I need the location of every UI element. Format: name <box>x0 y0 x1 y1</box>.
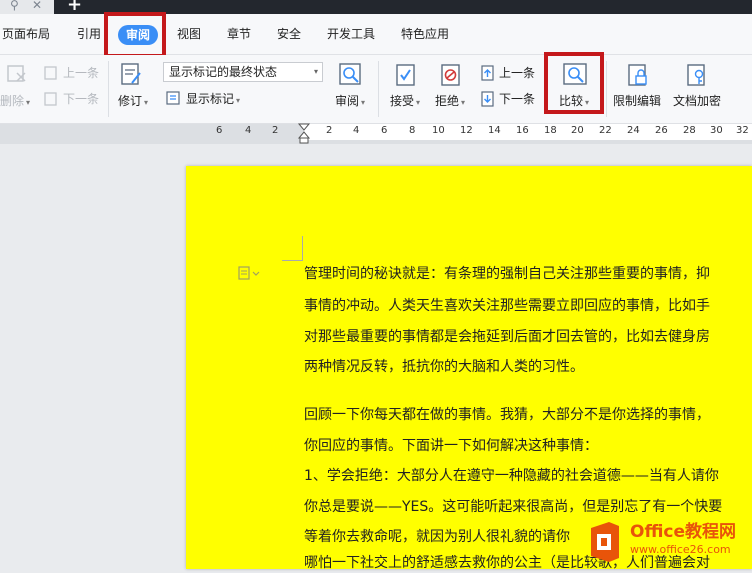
new-tab-icon[interactable]: + <box>67 0 82 14</box>
next-comment-button[interactable]: 下一条 <box>63 91 99 107</box>
ruler-number: 18 <box>544 125 557 136</box>
watermark-brand: Office教程网 <box>630 522 737 542</box>
tab-developer-tools[interactable]: 开发工具 <box>327 24 375 44</box>
track-changes-button[interactable]: 修订 ▾ <box>118 93 148 111</box>
ruler-number: 30 <box>710 125 723 136</box>
margin-corner-mark <box>282 236 303 261</box>
reviewing-pane-icon <box>339 63 361 85</box>
ruler-number: 20 <box>571 125 584 136</box>
document-encryption-icon <box>687 64 705 86</box>
show-markup-label: 显示标记 <box>186 92 235 106</box>
tab-view[interactable]: 视图 <box>177 24 201 44</box>
chevron-down-icon: ▾ <box>144 98 149 107</box>
ruler-number: 4 <box>353 125 360 136</box>
review-ribbon: 删除 ▾ 上一条 下一条 修订 ▾ 显示标记的最终状态 ▾ 显示标记 ▾ 审阅 ▾ 接受… <box>0 55 752 124</box>
ruler-number: 10 <box>432 125 445 136</box>
pin-icon[interactable]: ⚲ <box>10 0 19 12</box>
tab-references[interactable]: 引用 <box>77 24 101 44</box>
ruler-number: 2 <box>326 125 333 136</box>
ruler-number: 32 <box>736 125 749 136</box>
ruler-number: 24 <box>627 125 640 136</box>
delete-comment-icon <box>7 65 26 82</box>
accept-label: 接受 <box>390 94 415 108</box>
ruler-number: 26 <box>655 125 668 136</box>
ruler-number: 28 <box>683 125 696 136</box>
reject-icon <box>441 64 460 86</box>
reject-button[interactable]: 拒绝 ▾ <box>435 93 465 111</box>
document-text-line: 回顾一下你每天都在做的事情。我猜，大部分不是你选择的事情， <box>304 407 710 423</box>
restrict-editing-icon <box>628 64 647 86</box>
track-changes-label: 修订 <box>118 94 143 108</box>
previous-change-button[interactable]: 上一条 <box>499 65 535 81</box>
compare-button-highlight-box <box>544 52 604 114</box>
horizontal-ruler[interactable]: 6 4 2 2 4 6 8 10 12 14 16 18 20 22 24 26… <box>0 122 752 144</box>
review-tab-highlight-box <box>104 12 166 58</box>
track-changes-icon <box>121 63 141 85</box>
document-text-line: 事情的冲动。人类天生喜欢关注那些需要立即回应的事情，比如手 <box>304 298 710 314</box>
reject-label: 拒绝 <box>435 94 460 108</box>
markup-display-select[interactable]: 显示标记的最终状态 ▾ <box>163 62 323 82</box>
indent-marker-icon[interactable] <box>297 122 311 144</box>
office-logo-icon <box>591 522 619 562</box>
accept-icon <box>396 64 415 86</box>
ruler-number: 16 <box>516 125 529 136</box>
ruler-number: 8 <box>409 125 416 136</box>
watermark-url: www.office26.com <box>630 543 731 556</box>
document-text-line: 对那些最重要的事情都是会拖延到后面才回去管的，比如去健身房 <box>304 329 710 345</box>
previous-change-icon <box>481 65 494 81</box>
show-markup-icon <box>166 91 180 105</box>
document-text-line: 等着你去救命呢，就因为别人很礼貌的请你 <box>304 529 570 545</box>
ruler-number: 4 <box>245 125 252 136</box>
document-text-line: 1、学会拒绝：大部分人在遵守一种隐藏的社会道德——当有人请你 <box>304 468 719 484</box>
tab-page-layout[interactable]: 页面布局 <box>2 24 50 44</box>
reviewing-pane-button[interactable]: 审阅 ▾ <box>335 93 365 111</box>
chevron-down-icon: ▾ <box>361 98 366 107</box>
ribbon-divider <box>606 61 607 117</box>
delete-label: 删除 <box>0 94 25 108</box>
ruler-number: 12 <box>460 125 473 136</box>
ribbon-divider <box>378 61 379 117</box>
previous-comment-button[interactable]: 上一条 <box>63 65 99 81</box>
markup-display-value: 显示标记的最终状态 <box>169 65 278 79</box>
ruler-number: 22 <box>599 125 612 136</box>
document-tab[interactable]: ⚲ ✕ <box>0 0 54 14</box>
show-markup-button[interactable]: 显示标记 ▾ <box>186 91 240 109</box>
document-text-line: 你回应的事情。下面讲一下如何解决这种事情： <box>304 438 598 454</box>
next-comment-icon <box>44 92 57 106</box>
chevron-down-icon: ▾ <box>461 98 466 107</box>
tab-featured-apps[interactable]: 特色应用 <box>401 24 449 44</box>
next-change-button[interactable]: 下一条 <box>499 91 535 107</box>
chevron-down-icon: ▾ <box>313 67 318 76</box>
ribbon-divider <box>108 61 109 117</box>
document-encryption-button[interactable]: 文档加密 <box>673 93 721 109</box>
close-icon[interactable]: ✕ <box>32 0 42 12</box>
ruler-number: 14 <box>488 125 501 136</box>
delete-button[interactable]: 删除 ▾ <box>0 93 30 111</box>
document-text-line: 两种情况反转，抵抗你的大脑和人类的习性。 <box>304 359 584 375</box>
reviewing-pane-label: 审阅 <box>335 94 360 108</box>
next-change-icon <box>481 91 494 107</box>
document-text-line: 管理时间的秘诀就是：有条理的强制自己关注那些重要的事情，抑 <box>304 266 710 282</box>
ruler-number: 6 <box>381 125 388 136</box>
paragraph-layout-icon[interactable] <box>238 265 262 281</box>
accept-button[interactable]: 接受 ▾ <box>390 93 420 111</box>
document-text-line: 你总是要说——YES。这可能听起来很高尚，但是别忘了有一个快要 <box>304 499 723 515</box>
tab-security[interactable]: 安全 <box>277 24 301 44</box>
restrict-editing-button[interactable]: 限制编辑 <box>613 93 661 109</box>
ruler-number: 2 <box>272 125 279 136</box>
ruler-number: 6 <box>216 125 223 136</box>
chevron-down-icon: ▾ <box>416 98 421 107</box>
chevron-down-icon: ▾ <box>26 98 31 107</box>
tab-chapter[interactable]: 章节 <box>227 24 251 44</box>
chevron-down-icon: ▾ <box>236 96 241 105</box>
previous-comment-icon <box>44 66 57 80</box>
